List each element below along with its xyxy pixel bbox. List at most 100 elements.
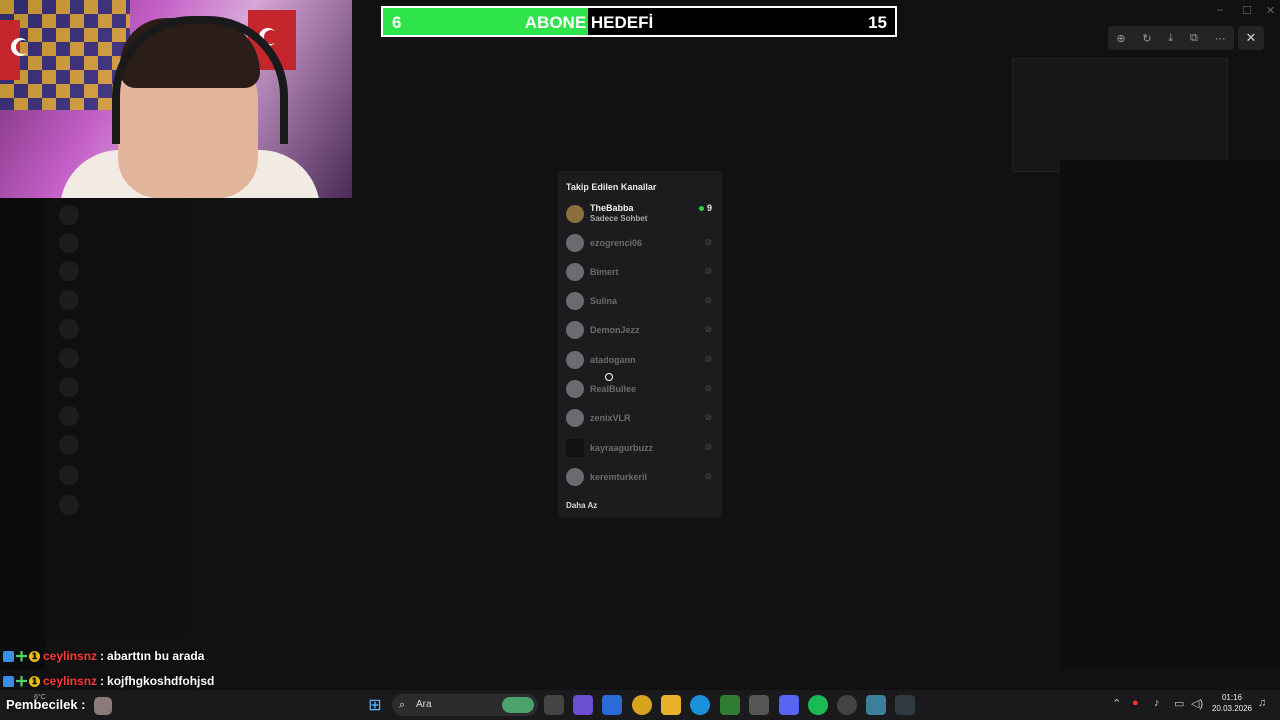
system-clock[interactable]: 01:16 20.03.2026 [1210,692,1254,714]
xbox-icon[interactable] [720,695,740,715]
channel-name: DemonJezz [590,325,640,335]
chat-message: 1 ceylinsnz : kojfhgkoshdfohjsd [3,673,214,689]
dm-item [59,377,179,397]
channel-item[interactable]: DemonJezz ⊘ [566,319,714,341]
chat-separator: : [100,649,105,663]
channel-item[interactable]: ezogrenci06 ⊘ [566,232,714,254]
network-icon[interactable]: ▭ [1174,697,1184,710]
goal-title: ABONE HEDEFİ [524,13,654,32]
offline-icon: ⊘ [704,266,712,276]
clock-date: 20.03.2026 [1211,704,1253,713]
chat-message: 1 ceylinsnz : abarttın bu arada [3,648,204,664]
dm-item [59,348,179,368]
mouse-cursor-icon [605,373,613,381]
background-thumbnail [1012,58,1228,172]
badge-icon [16,650,27,662]
dm-item [59,233,179,253]
image-viewer-toolbar: ⊕ ↻ ⤓ ⧉ ⋯ [1108,26,1234,50]
window-maximize-button[interactable]: ☐ [1242,4,1252,17]
channel-item[interactable]: atadogann ⊘ [566,349,714,371]
channel-name: RealBullee [590,384,637,394]
dm-item [59,406,179,426]
channel-name: Sulina [590,296,618,306]
download-icon[interactable]: ⤓ [1168,32,1173,45]
followed-channels-popup: Takip Edilen Kanallar TheBabba Sadece So… [558,171,722,518]
app-tray-icon[interactable]: ● [1132,697,1139,709]
badge-icon [3,675,14,687]
channel-name: keremturkeril [590,472,648,482]
store-icon[interactable] [749,695,769,715]
clock-time: 01:16 [1221,693,1243,702]
app-icon[interactable] [895,695,915,715]
taskbar: 6°C Pembecilek : ⊞ ⌕ Ara ⌃ ● ♪ ▭ ◁) 01:1… [0,690,1280,720]
dm-item [59,465,179,485]
channel-item[interactable]: keremturkeril ⊘ [566,466,714,488]
channel-avatar [566,409,584,427]
badge-icon: 1 [29,675,40,687]
dm-item [59,261,179,281]
chat-text: kojfhgkoshdfohjsd [107,674,215,688]
open-external-icon[interactable]: ⧉ [1190,32,1198,45]
goal-target: 15 [868,13,887,32]
viewer-count: 9 [698,203,712,213]
notification-bell-icon[interactable]: ♫ [1258,697,1266,709]
show-less-button[interactable]: Daha Az [566,501,597,510]
offline-icon: ⊘ [704,412,712,422]
channel-item[interactable]: RealBullee ⊘ [566,378,714,400]
popup-title: Takip Edilen Kanallar [566,182,657,192]
window-close-button[interactable]: ✕ [1266,4,1275,17]
overlay-follower-label: Pembecilek : [6,697,86,712]
spotify-icon[interactable] [808,695,828,715]
chat-separator: : [100,674,105,688]
notes-icon[interactable] [866,695,886,715]
discord-icon[interactable] [779,695,799,715]
rotate-icon[interactable]: ↻ [1142,32,1151,45]
channel-name: ezogrenci06 [590,238,643,248]
channel-item[interactable]: zenixVLR ⊘ [566,407,714,429]
volume-icon[interactable]: ◁) [1191,697,1203,710]
chat-username: ceylinsnz [43,674,98,688]
chat-text: abarttın bu arada [107,649,205,663]
chat-username: ceylinsnz [43,649,98,663]
chevron-up-icon[interactable]: ⌃ [1112,697,1121,710]
app-icon[interactable] [573,695,593,715]
offline-icon: ⊘ [704,354,712,364]
start-icon[interactable]: ⊞ [365,695,385,715]
obs-icon[interactable] [837,695,857,715]
chrome-icon[interactable] [632,695,652,715]
channel-avatar [566,380,584,398]
channel-avatar [566,468,584,486]
offline-icon: ⊘ [704,237,712,247]
channel-avatar [566,292,584,310]
zoom-in-icon[interactable]: ⊕ [1116,32,1125,45]
window-minimize-button[interactable]: – [1217,4,1223,16]
badge-icon: 1 [29,650,40,662]
microphone-icon[interactable]: ♪ [1154,697,1160,709]
channel-name: TheBabba [590,203,634,213]
channel-category: Sadece Sohbet [590,214,648,223]
channel-name: Bimert [590,267,619,277]
dm-item [59,319,179,339]
viewer-close-button[interactable]: ✕ [1238,26,1264,50]
channel-item[interactable]: kayraagurbuzz ⊘ [566,437,714,459]
follower-avatar [94,697,112,715]
offline-icon: ⊘ [704,383,712,393]
channel-item-live[interactable]: TheBabba Sadece Sohbet 9 [566,203,714,225]
dm-item [59,435,179,455]
badge-icon [3,650,14,662]
search-placeholder: Ara [416,699,432,710]
file-explorer-icon[interactable] [661,695,681,715]
offline-icon: ⊘ [704,471,712,481]
copilot-icon[interactable] [602,695,622,715]
channel-item[interactable]: Bimert ⊘ [566,261,714,283]
channel-avatar [566,234,584,252]
turkish-flag-decor [0,20,20,80]
channel-name: zenixVLR [590,413,631,423]
channel-item[interactable]: Sulina ⊘ [566,290,714,312]
more-icon[interactable]: ⋯ [1215,32,1226,45]
task-view-icon[interactable] [544,695,564,715]
dm-list [45,195,185,635]
taskbar-search[interactable]: ⌕ Ara [392,694,538,716]
edge-icon[interactable] [690,695,710,715]
search-highlight-icon [502,697,534,713]
